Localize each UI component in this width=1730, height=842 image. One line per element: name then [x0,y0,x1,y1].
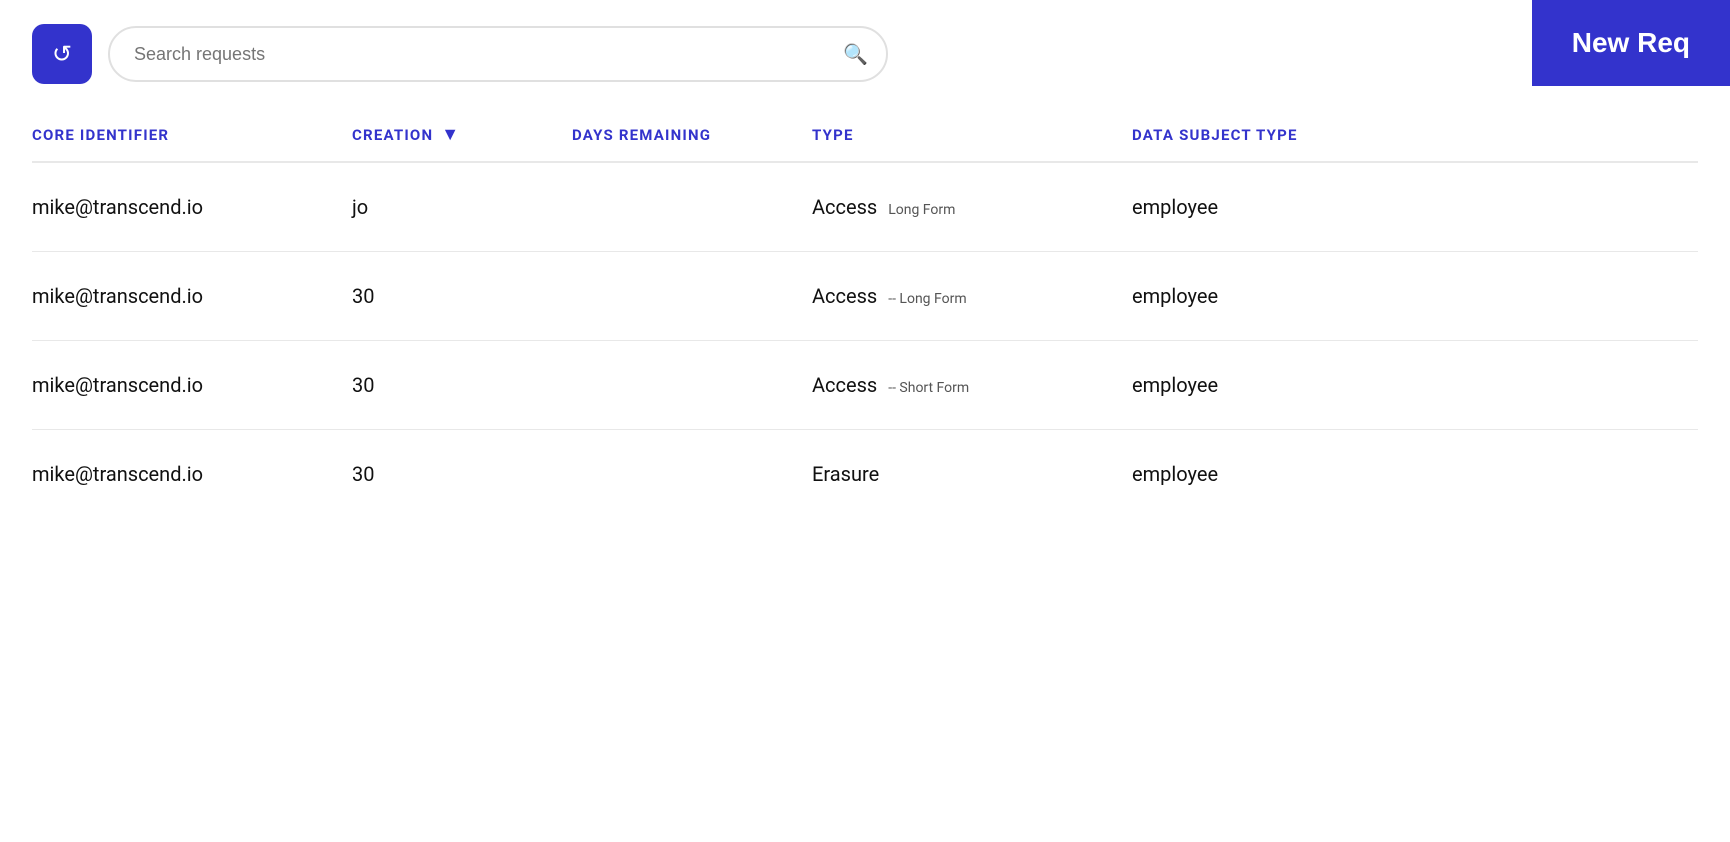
cell-data-subject-type: employee [1132,462,1698,486]
header: ↺ 🔍 [0,0,1730,108]
search-icon: 🔍 [843,42,868,66]
col-header-data-subject-type: DATA SUBJECT TYPE [1132,124,1698,145]
cell-core-identifier: mike@transcend.io [32,195,352,219]
table-row[interactable]: mike@transcend.io 30 Erasure employee [32,430,1698,502]
cell-type: Erasure [812,462,1132,486]
refresh-button[interactable]: ↺ [32,24,92,84]
new-request-button[interactable]: New Req [1532,0,1730,86]
new-request-label: New Req [1572,27,1690,59]
cell-creation: 30 [352,462,572,486]
cell-creation: 30 [352,373,572,397]
cell-creation: jo [352,195,572,219]
col-header-days-remaining: DAYS REMAINING [572,124,812,145]
table-row[interactable]: mike@transcend.io 30 Access -- Long Form… [32,252,1698,341]
table-row[interactable]: mike@transcend.io jo Access Long Form em… [32,163,1698,252]
col-header-core-identifier: CORE IDENTIFIER [32,124,352,145]
cell-core-identifier: mike@transcend.io [32,373,352,397]
cell-type: Access -- Short Form [812,373,1132,397]
table-row[interactable]: mike@transcend.io 30 Access -- Short For… [32,341,1698,430]
cell-data-subject-type: employee [1132,195,1698,219]
search-container: 🔍 [108,26,888,82]
cell-data-subject-type: employee [1132,284,1698,308]
col-header-creation[interactable]: CREATION ▼ [352,124,572,145]
cell-core-identifier: mike@transcend.io [32,284,352,308]
col-header-type: TYPE [812,124,1132,145]
cell-creation: 30 [352,284,572,308]
sort-icon-creation: ▼ [441,124,460,145]
table-container: CORE IDENTIFIER CREATION ▼ DAYS REMAININ… [0,108,1730,502]
cell-data-subject-type: employee [1132,373,1698,397]
table-header: CORE IDENTIFIER CREATION ▼ DAYS REMAININ… [32,108,1698,163]
refresh-icon: ↺ [52,40,72,69]
cell-type: Access Long Form [812,195,1132,219]
cell-type: Access -- Long Form [812,284,1132,308]
search-input[interactable] [108,26,888,82]
cell-core-identifier: mike@transcend.io [32,462,352,486]
